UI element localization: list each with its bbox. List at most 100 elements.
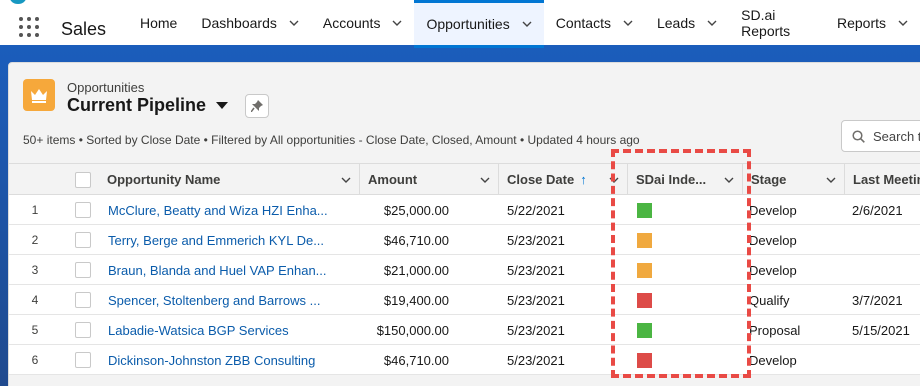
pin-icon <box>251 100 263 112</box>
opportunity-name-link[interactable]: Braun, Blanda and Huel VAP Enhan... <box>108 255 348 285</box>
column-header-stage[interactable]: Stage <box>743 164 845 195</box>
opportunity-name-link[interactable]: Dickinson-Johnston ZBB Consulting <box>108 345 348 375</box>
row-checkbox[interactable] <box>75 202 91 218</box>
nav-tab-label: Opportunities <box>426 16 510 32</box>
table-row: 6 Dickinson-Johnston ZBB Consulting $46,71… <box>9 345 920 375</box>
nav-tab-home[interactable]: Home <box>128 0 189 45</box>
sdai-status-square <box>637 322 652 338</box>
list-view-meta: 50+ items • Sorted by Close Date • Filte… <box>23 133 640 147</box>
pin-list-button[interactable] <box>245 94 269 118</box>
search-icon <box>852 129 865 143</box>
global-nav-bar: Sales Home Dashboards Accounts Opportunitie… <box>0 0 920 48</box>
row-number: 2 <box>31 233 39 247</box>
row-number: 6 <box>31 353 39 367</box>
sdai-status-square <box>637 352 652 368</box>
header-select-all[interactable] <box>67 164 99 195</box>
column-header-close-date[interactable]: Close Date ↑ <box>499 164 628 195</box>
chevron-down-icon[interactable] <box>480 175 490 185</box>
sdai-status-square <box>637 262 652 278</box>
row-number: 4 <box>31 293 39 307</box>
row-checkbox[interactable] <box>75 352 91 368</box>
nav-tab-sd-ai-reports[interactable]: SD.ai Reports <box>729 0 825 45</box>
app-name: Sales <box>61 19 107 39</box>
column-header-last-meeting[interactable]: Last Meetin <box>845 164 920 195</box>
page-title: Current Pipeline <box>67 95 207 115</box>
opportunities-table: Opportunity Name Amount Close Date ↑ SDa… <box>9 163 920 375</box>
sdai-index-cell <box>637 285 737 315</box>
close-date-cell: 5/23/2021 <box>507 322 565 338</box>
nav-tab-label: Dashboards <box>201 14 277 31</box>
chevron-down-icon[interactable] <box>609 175 619 185</box>
opportunity-name-link[interactable]: McClure, Beatty and Wiza HZI Enha... <box>108 195 348 225</box>
nav-tab-label: Leads <box>656 14 696 31</box>
app-launcher-icon[interactable] <box>19 17 41 39</box>
close-date-cell: 5/22/2021 <box>507 202 565 218</box>
row-number: 3 <box>31 263 39 277</box>
amount-cell: $46,710.00 <box>383 352 449 368</box>
chevron-down-icon[interactable] <box>341 175 351 185</box>
row-checkbox[interactable] <box>75 292 91 308</box>
nav-tab-dashboards[interactable]: Dashboards <box>189 0 311 45</box>
opportunity-crown-icon <box>23 79 55 111</box>
select-all-checkbox[interactable] <box>75 171 91 188</box>
sdai-index-cell <box>637 225 737 255</box>
nav-tab-contacts[interactable]: Contacts <box>544 0 645 45</box>
amount-cell: $19,400.00 <box>383 292 449 308</box>
stage-cell: Develop <box>749 202 797 218</box>
column-header-opportunity-name[interactable]: Opportunity Name <box>99 164 360 195</box>
stage-cell: Develop <box>749 232 797 248</box>
chevron-down-icon[interactable] <box>898 18 908 28</box>
table-row: 5 Labadie-Watsica BGP Services $150,000.00… <box>9 315 920 345</box>
search-input[interactable] <box>873 128 920 144</box>
row-checkbox[interactable] <box>75 262 91 278</box>
nav-tab-accounts[interactable]: Accounts <box>311 0 415 45</box>
close-date-cell: 5/23/2021 <box>507 292 565 308</box>
sdai-status-square <box>637 232 652 248</box>
nav-tab-label: Reports <box>836 14 886 31</box>
chevron-down-icon[interactable] <box>289 18 299 28</box>
stage-cell: Develop <box>749 262 797 278</box>
table-row: 3 Braun, Blanda and Huel VAP Enhan... $21,… <box>9 255 920 285</box>
last-meeting-cell <box>852 345 920 375</box>
sdai-index-cell <box>637 345 737 375</box>
table-header: Opportunity Name Amount Close Date ↑ SDa… <box>9 163 920 195</box>
search-list-box[interactable] <box>841 120 920 152</box>
table-row: 2 Terry, Berge and Emmerich KYL De... $46,… <box>9 225 920 255</box>
opportunity-name-link[interactable]: Labadie-Watsica BGP Services <box>108 315 348 345</box>
nav-tab-opportunities[interactable]: Opportunities <box>414 0 545 48</box>
sdai-status-square <box>637 202 652 218</box>
chevron-down-icon[interactable] <box>623 18 633 28</box>
chevron-down-icon[interactable] <box>724 175 734 185</box>
column-header-amount[interactable]: Amount <box>360 164 499 195</box>
nav-tab-leads[interactable]: Leads <box>645 0 729 45</box>
last-meeting-cell: 5/15/2021 <box>852 322 910 338</box>
nav-tab-label: Contacts <box>555 14 611 31</box>
opportunity-name-link[interactable]: Terry, Berge and Emmerich KYL De... <box>108 225 348 255</box>
amount-cell: $46,710.00 <box>383 232 449 248</box>
row-checkbox[interactable] <box>75 232 91 248</box>
sdai-status-square <box>637 292 652 308</box>
column-header-sdai-index[interactable]: SDai Inde... <box>628 164 743 195</box>
list-view-card: Opportunities Current Pipeline 50+ items… <box>8 62 920 386</box>
stage-cell: Develop <box>749 352 797 368</box>
chevron-down-icon[interactable] <box>392 18 402 28</box>
header-rownum <box>9 164 67 195</box>
nav-tab-label: SD.ai Reports <box>741 6 791 39</box>
chevron-down-icon[interactable] <box>826 175 836 185</box>
sdai-index-cell <box>637 315 737 345</box>
chevron-down-icon[interactable] <box>522 19 532 29</box>
amount-cell: $25,000.00 <box>383 202 449 218</box>
sdai-index-cell <box>637 195 737 225</box>
close-date-cell: 5/23/2021 <box>507 352 565 368</box>
chevron-down-icon[interactable] <box>707 18 717 28</box>
list-view-switcher[interactable]: Current Pipeline <box>67 95 229 116</box>
close-date-cell: 5/23/2021 <box>507 232 565 248</box>
row-number: 1 <box>31 203 39 217</box>
row-checkbox[interactable] <box>75 322 91 338</box>
last-meeting-cell: 3/7/2021 <box>852 292 903 308</box>
stage-cell: Qualify <box>749 292 790 308</box>
nav-tabs: Home Dashboards Accounts Opportunities Conta… <box>128 0 920 48</box>
amount-cell: $21,000.00 <box>383 262 449 278</box>
nav-tab-reports[interactable]: Reports <box>825 0 920 45</box>
opportunity-name-link[interactable]: Spencer, Stoltenberg and Barrows ... <box>108 285 348 315</box>
